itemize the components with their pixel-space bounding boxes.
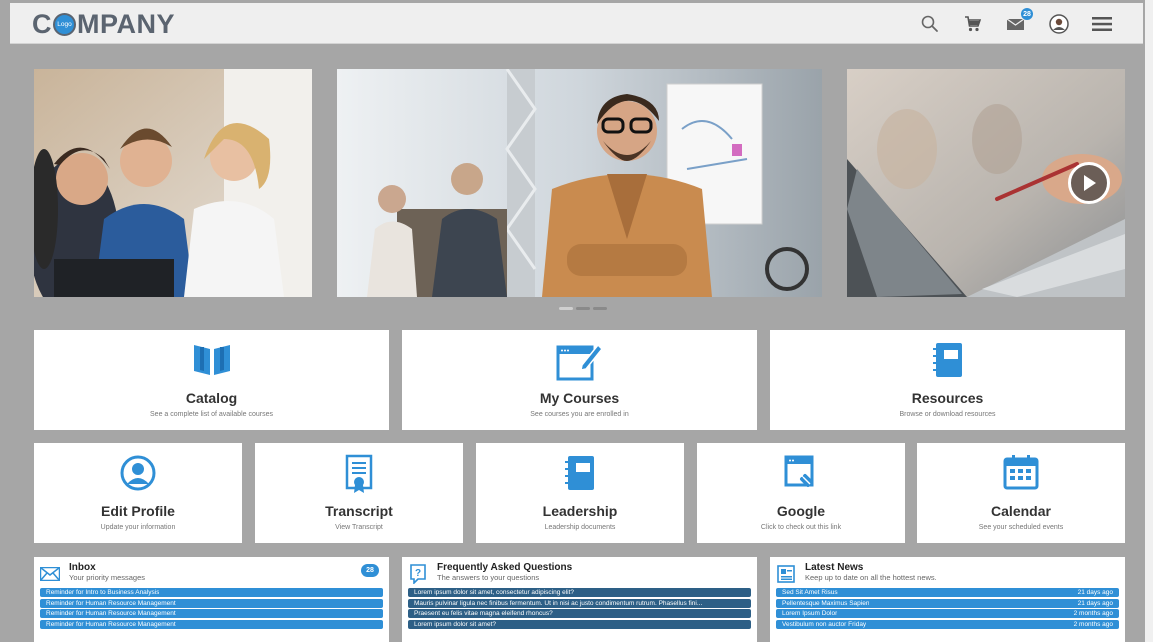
- list-item[interactable]: Reminder for Intro to Business Analysis: [40, 588, 383, 597]
- widget-title: Inbox: [69, 562, 96, 573]
- tile-title: Leadership: [542, 503, 618, 519]
- faq-header: ? Frequently Asked Questions The answers…: [408, 562, 751, 586]
- news-header: Latest News Keep up to date on all the h…: [776, 562, 1119, 586]
- header-icons: 28: [919, 8, 1113, 37]
- page-scrollbar[interactable]: [1145, 0, 1153, 642]
- news-list: Sed Sit Amet Risus 21 days ago Pellentesq…: [776, 588, 1119, 630]
- messages-icon[interactable]: 28: [1005, 8, 1033, 35]
- book-icon: [193, 345, 230, 375]
- tile-title: Transcript: [325, 503, 393, 519]
- list-item[interactable]: Praesent eu felis vitae magna eleifend r…: [408, 609, 751, 618]
- tile-description: Click to check out this link: [760, 524, 842, 531]
- top-header: C Logo MPANY 28: [10, 3, 1143, 44]
- video-play-button[interactable]: [1068, 162, 1110, 204]
- tile-title: Google: [776, 503, 826, 519]
- list-item[interactable]: Vestibulum non auctor Friday 2 months ago: [776, 619, 1119, 629]
- profile-icon: [120, 455, 156, 491]
- link-window-icon: [784, 455, 814, 487]
- widget-title: Latest News: [805, 562, 864, 573]
- list-item[interactable]: Reminder for Human Resource Management: [40, 598, 383, 608]
- tile-my-courses[interactable]: My Courses See courses you are enrolled …: [402, 330, 757, 430]
- tile-description: See a complete list of available courses: [150, 411, 273, 418]
- tile-description: View Transcript: [335, 524, 383, 531]
- carousel-dot[interactable]: [559, 307, 573, 310]
- tile-description: See courses you are enrolled in: [530, 411, 629, 418]
- news-time: 2 months ago: [1073, 610, 1113, 617]
- question-icon: ?: [408, 564, 428, 584]
- tile-catalog[interactable]: Catalog See a complete list of available…: [34, 330, 389, 430]
- news-time: 2 months ago: [1073, 620, 1113, 628]
- tile-leadership[interactable]: Leadership Leadership documents: [476, 443, 684, 543]
- menu-icon[interactable]: [1091, 13, 1113, 35]
- envelope-icon: [40, 564, 60, 584]
- avatar-icon[interactable]: [1048, 13, 1070, 35]
- company-logo[interactable]: C Logo MPANY: [32, 9, 175, 39]
- tile-edit-profile[interactable]: Edit Profile Update your information: [34, 443, 242, 543]
- widget-subtitle: Your priority messages: [69, 573, 146, 582]
- tile-title: Edit Profile: [101, 503, 175, 519]
- certificate-icon: [345, 454, 373, 493]
- inbox-widget: Inbox Your priority messages 28 Reminder…: [34, 557, 389, 642]
- smiling-man-photo: [337, 69, 822, 297]
- tile-description: Browse or download resources: [899, 411, 996, 418]
- logo-text-right: MPANY: [77, 8, 176, 39]
- list-item[interactable]: Reminder for Human Resource Management: [40, 619, 383, 629]
- carousel-slide-man[interactable]: [337, 69, 822, 297]
- carousel-dot[interactable]: [593, 307, 607, 310]
- tile-description: Update your information: [100, 524, 176, 531]
- courses-window-icon: [556, 343, 603, 381]
- calendar-icon: [1003, 455, 1039, 490]
- carousel-slide-team[interactable]: [34, 69, 312, 297]
- carousel-dots: [559, 307, 607, 310]
- carousel-slide-video[interactable]: [847, 69, 1125, 297]
- list-item[interactable]: Reminder for Human Resource Management: [40, 609, 383, 618]
- news-time: 21 days ago: [1077, 599, 1113, 607]
- list-item[interactable]: Lorem ipsum dolor sit amet?: [408, 619, 751, 629]
- notebook-icon: [932, 343, 962, 377]
- tile-title: Calendar: [991, 503, 1051, 519]
- list-item[interactable]: Lorem Ipsum Dolor 2 months ago: [776, 609, 1119, 618]
- carousel-dot[interactable]: [576, 307, 590, 310]
- tile-title: Catalog: [185, 390, 238, 406]
- messages-count-badge: 28: [1021, 8, 1033, 20]
- tile-description: See your scheduled events: [978, 524, 1064, 531]
- tile-resources[interactable]: Resources Browse or download resources: [770, 330, 1125, 430]
- inbox-list: Reminder for Intro to Business Analysis …: [40, 588, 383, 630]
- cart-icon[interactable]: [962, 13, 984, 35]
- inbox-count-badge: 28: [361, 564, 379, 577]
- faq-list: Lorem ipsum dolor sit amet, consectetur …: [408, 588, 751, 630]
- faq-widget: ? Frequently Asked Questions The answers…: [402, 557, 757, 642]
- news-time: 21 days ago: [1077, 589, 1113, 596]
- search-icon[interactable]: [919, 13, 941, 35]
- list-item[interactable]: Lorem ipsum dolor sit amet, consectetur …: [408, 588, 751, 597]
- widget-subtitle: The answers to your questions: [437, 573, 540, 582]
- logo-text-left: C: [32, 8, 52, 39]
- news-widget: Latest News Keep up to date on all the h…: [770, 557, 1125, 642]
- inbox-header: Inbox Your priority messages 28: [40, 562, 383, 586]
- tile-title: My Courses: [539, 390, 620, 406]
- logo-badge: Logo: [53, 12, 76, 36]
- tile-transcript[interactable]: Transcript View Transcript: [255, 443, 463, 543]
- play-icon: [1084, 175, 1096, 191]
- list-item[interactable]: Sed Sit Amet Risus 21 days ago: [776, 588, 1119, 597]
- team-collaboration-photo: [34, 69, 312, 297]
- list-item[interactable]: Mauris pulvinar ligula nec finibus ferme…: [408, 598, 751, 608]
- tile-google[interactable]: Google Click to check out this link: [697, 443, 905, 543]
- widget-title: Frequently Asked Questions: [437, 562, 573, 573]
- news-icon: [776, 564, 796, 584]
- tile-description: Leadership documents: [544, 524, 616, 531]
- notebook-icon: [565, 456, 594, 490]
- tile-title: Resources: [911, 390, 984, 406]
- widget-subtitle: Keep up to date on all the hottest news.: [805, 573, 937, 582]
- svg-text:?: ?: [415, 568, 421, 579]
- tile-calendar[interactable]: Calendar See your scheduled events: [917, 443, 1125, 543]
- list-item[interactable]: Pellentesque Maximus Sapien 21 days ago: [776, 598, 1119, 608]
